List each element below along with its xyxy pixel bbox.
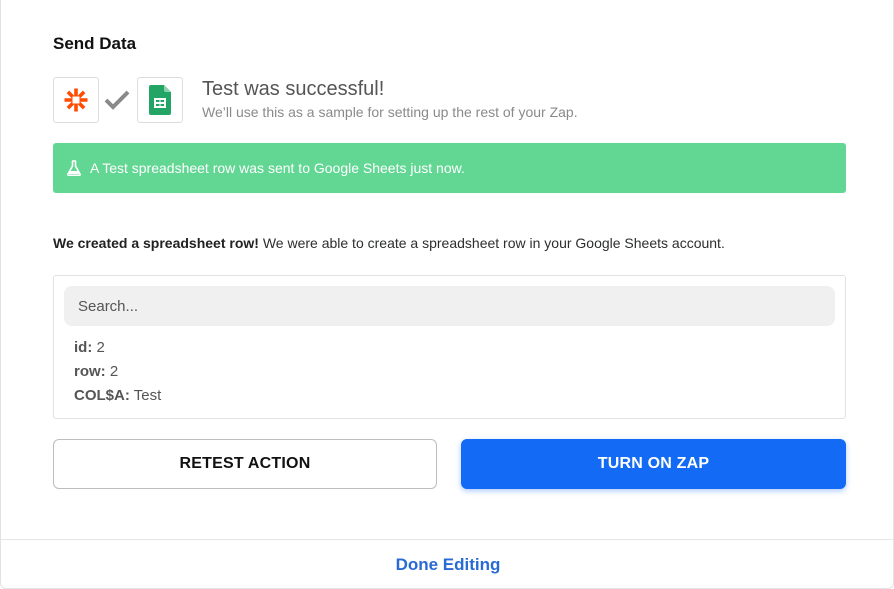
flask-icon [67,160,81,176]
alert-text: A Test spreadsheet row was sent to Googl… [90,160,465,176]
field-value: Test [129,387,162,404]
zapier-app-tile [53,77,99,123]
section-title: Send Data [53,34,137,53]
field-key: COL$A: [74,387,130,404]
result-message: We created a spreadsheet row! We were ab… [53,235,725,251]
retest-action-button[interactable]: RETEST ACTION [53,439,437,489]
success-alert: A Test spreadsheet row was sent to Googl… [53,143,846,193]
search-input[interactable] [64,286,835,326]
field-row-col-a: COL$A: Test [74,387,161,404]
done-editing-link[interactable]: Done Editing [396,555,501,575]
field-key: id: [74,339,93,356]
test-success-subtitle: We’ll use this as a sample for setting u… [202,104,578,120]
field-row-id: id: 2 [74,339,105,356]
send-data-panel: Send Data Test was successful! We’ll use… [0,0,894,589]
output-data-box: id: 2 row: 2 COL$A: Test [53,275,846,419]
field-value: 2 [92,339,105,356]
field-row-row: row: 2 [74,363,118,380]
result-lead: We created a spreadsheet row! [53,235,259,251]
test-success-title: Test was successful! [202,78,385,100]
panel-footer: Done Editing [1,539,894,589]
result-text: We were able to create a spreadsheet row… [258,235,725,251]
field-value: 2 [105,363,119,380]
checkmark-icon [104,90,130,110]
turn-on-zap-button[interactable]: TURN ON ZAP [461,439,846,489]
zapier-asterisk-icon [64,88,88,112]
google-sheets-icon [149,85,171,115]
field-key: row: [74,363,106,380]
google-sheets-app-tile [137,77,183,123]
